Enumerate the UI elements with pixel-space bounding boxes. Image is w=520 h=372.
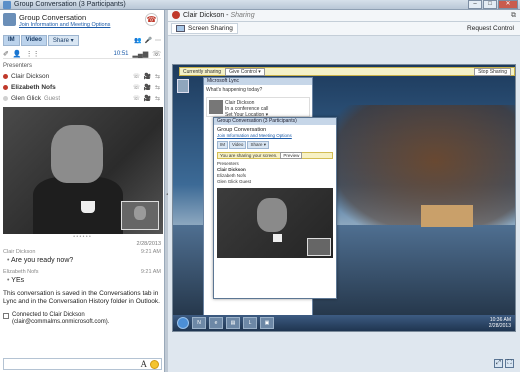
start-orb-icon	[177, 317, 189, 329]
shared-desktop[interactable]: Currently sharing Give Control ▾ Stop Sh…	[172, 64, 516, 332]
font-icon[interactable]: A	[141, 359, 148, 369]
window-controls: – □ ✕	[468, 0, 518, 9]
taskbar-app-icon: ▤	[226, 317, 240, 329]
im-date: 2/28/2013	[136, 241, 161, 247]
hang-up-icon[interactable]: ☎	[145, 13, 158, 26]
dialpad-icon[interactable]: ⋮⋮	[26, 50, 40, 58]
presenters-list: Presenters Clair Dickson ☏ 🎥 ⇆ Elizabeth…	[3, 63, 161, 104]
message-time: 9:21 AM	[140, 249, 161, 255]
message-text: YEs	[3, 277, 161, 284]
stop-sharing-button[interactable]: Stop Sharing	[474, 67, 511, 76]
presenters-label: Presenters	[3, 63, 33, 69]
call-timer: 10:51	[113, 50, 129, 57]
device-icon[interactable]: ☏	[152, 50, 161, 58]
tab-video[interactable]: Video	[20, 35, 47, 46]
lync-app-icon	[3, 1, 11, 9]
message-sender: Clair Dickson	[3, 249, 36, 255]
message: Elizabeth Nofs 9:21 AM YEs	[3, 269, 161, 284]
history-note: This conversation is saved in the Conver…	[3, 290, 160, 305]
pop-out-icon[interactable]: ⧉	[511, 12, 516, 20]
close-button[interactable]: ✕	[498, 0, 518, 9]
participant-media-icons: ☏ 🎥 ⇆	[132, 96, 161, 102]
sharing-title: Clair Dickson - Sharing	[183, 12, 255, 19]
participant-name: Glen Glick	[11, 95, 41, 102]
participant-media-icons: ☏ 🎥 ⇆	[132, 74, 161, 80]
taskbar-app-icon: L	[243, 317, 257, 329]
taskbar-app-icon: N	[192, 317, 206, 329]
hold-icon[interactable]: ✐	[3, 50, 9, 58]
connected-status: Connected to Clair Dickson (clair@commal…	[3, 312, 161, 326]
message-input[interactable]: A	[3, 358, 162, 370]
window-title: Group Conversation (3 Participants)	[14, 1, 126, 8]
video-feed	[3, 107, 163, 234]
full-screen-icon[interactable]: ⛶	[505, 359, 514, 368]
screen-sharing-button[interactable]: Screen Sharing	[171, 23, 238, 34]
sharing-stage-pane: Clair Dickson - Sharing ⧉ Screen Sharing…	[168, 10, 520, 372]
emoticon-icon[interactable]	[150, 360, 159, 369]
self-video-preview	[121, 201, 159, 230]
taskbar-app-icon: e	[209, 317, 223, 329]
connection-icon	[3, 313, 9, 319]
participant-row[interactable]: Clair Dickson ☏ 🎥 ⇆	[3, 71, 161, 82]
message-sender: Elizabeth Nofs	[3, 269, 39, 275]
sharing-toolbar: Screen Sharing Request Control	[168, 22, 520, 36]
mic-icon[interactable]: 🎤	[145, 37, 152, 44]
maximize-button[interactable]: □	[483, 0, 497, 9]
tab-share[interactable]: Share ▾	[47, 35, 79, 46]
close-sharing-icon[interactable]	[172, 11, 180, 19]
participant-name: Elizabeth Nofs	[11, 84, 56, 91]
stage-view-controls: ⤢ ⛶	[494, 359, 514, 368]
tab-tools: 👥 🎤 ⋯	[134, 35, 161, 46]
monitor-icon	[176, 25, 185, 32]
fit-to-window-icon[interactable]: ⤢	[494, 359, 503, 368]
call-toolbar: ✐ 👤 ⋮⋮ 10:51 ▂▄▆ ☏	[3, 49, 161, 59]
pane-splitter[interactable]: • • • • • •	[3, 235, 161, 240]
participant-role: Guest	[43, 95, 60, 102]
participant-row[interactable]: Elizabeth Nofs ☏ 🎥 ⇆	[3, 82, 161, 93]
conversation-title: Group Conversation	[19, 13, 87, 22]
presence-busy-icon	[3, 74, 8, 79]
participant-name: Clair Dickson	[11, 73, 50, 80]
taskbar-app-icon: ▣	[260, 317, 274, 329]
people-icon[interactable]: 👤	[13, 50, 22, 58]
message-time: 9:21 AM	[140, 269, 161, 275]
conversation-pane: Group Conversation Join Information and …	[0, 10, 165, 372]
tab-im[interactable]: IM	[3, 35, 20, 46]
presence-busy-icon	[3, 85, 8, 90]
signal-icon: ▂▄▆	[132, 50, 149, 58]
modality-tabs: IM Video Share ▾ 👥 🎤 ⋯	[3, 35, 161, 46]
minimize-button[interactable]: –	[468, 0, 482, 9]
avatar	[209, 100, 223, 114]
join-info-link[interactable]: Join Information and Meeting Options	[19, 22, 110, 28]
group-icon	[3, 13, 16, 26]
connected-text: Connected to Clair Dickson (clair@commal…	[12, 312, 110, 325]
recycle-bin-icon	[177, 79, 189, 93]
participant-row[interactable]: Glen Glick Guest ☏ 🎥 ⇆	[3, 93, 161, 104]
conversation-header: Group Conversation Join Information and …	[0, 10, 164, 32]
add-people-icon[interactable]: 👥	[134, 37, 141, 44]
message: Clair Dickson 9:21 AM Are you ready now?	[3, 249, 161, 264]
im-history: 2/28/2013 Clair Dickson 9:21 AM Are you …	[3, 241, 161, 326]
sharing-control-bar: Currently sharing Give Control ▾ Stop Sh…	[179, 67, 515, 76]
message-text: Are you ready now?	[3, 257, 161, 264]
request-control-button[interactable]: Request Control	[467, 25, 514, 32]
presenter-name: Clair Dickson	[183, 12, 225, 19]
sharing-header: Clair Dickson - Sharing ⧉	[168, 10, 520, 22]
more-options-icon[interactable]: ⋯	[155, 37, 161, 44]
participant-media-icons: ☏ 🎥 ⇆	[132, 85, 161, 91]
shared-conversation-window: Group Conversation (3 Participants) Grou…	[213, 117, 337, 299]
window-titlebar: Group Conversation (3 Participants) – □ …	[0, 0, 520, 10]
give-control-button[interactable]: Give Control ▾	[225, 67, 265, 76]
presence-offline-icon	[3, 96, 8, 101]
shared-taskbar: N e ▤ L ▣ 10:36 AM 2/28/2013	[173, 315, 515, 331]
taskbar-clock: 10:36 AM 2/28/2013	[488, 317, 511, 329]
sharing-status: Sharing	[230, 12, 255, 19]
